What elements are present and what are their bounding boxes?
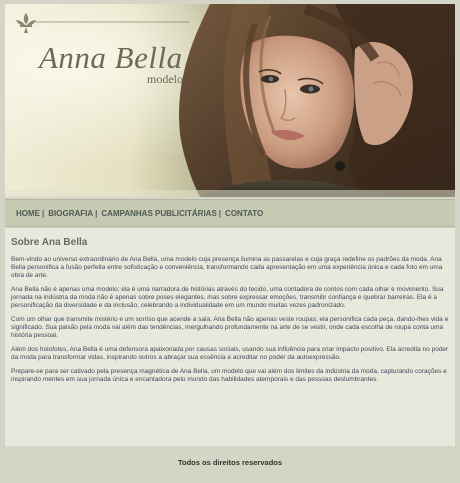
- paragraph: Ana Bella não é apenas uma modelo; ela é…: [11, 286, 444, 309]
- header-photo: [5, 4, 455, 197]
- ornament-line: [33, 21, 189, 23]
- nav-separator: |: [42, 208, 45, 218]
- header-banner: Anna Bella modelo: [5, 4, 455, 197]
- page: Anna Bella modelo HOME | BIOGRAFIA | CAM…: [0, 0, 460, 483]
- nav-separator: |: [95, 208, 98, 218]
- brand-subtitle: modelo: [147, 72, 183, 86]
- main-nav: HOME | BIOGRAFIA | CAMPANHAS PUBLICITÁRI…: [5, 199, 455, 227]
- paragraph: Com um olhar que transmite mistério e um…: [11, 316, 449, 339]
- nav-separator: |: [218, 208, 222, 218]
- nav-contato[interactable]: CONTATO: [225, 209, 263, 218]
- paragraph: Bem-vindo ao universo extraordinário de …: [11, 256, 443, 279]
- footer-copyright: Todos os direitos reservados: [177, 458, 283, 467]
- page-title: Sobre Ana Bella: [11, 237, 88, 248]
- nav-biografia[interactable]: BIOGRAFIA: [48, 209, 93, 218]
- paragraph: Prepare-se para ser cativado pela presen…: [11, 368, 447, 383]
- main-content: Sobre Ana Bella Bem-vindo ao universo ex…: [5, 228, 455, 446]
- nav-campanhas[interactable]: CAMPANHAS PUBLICITÁRIAS: [101, 209, 216, 218]
- brand-name: Anna Bella: [39, 40, 183, 75]
- brand-logo[interactable]: Anna Bella modelo: [35, 40, 195, 90]
- nav-home[interactable]: HOME: [16, 209, 40, 218]
- paragraph: Além dos holofotes, Ana Bella é uma defe…: [11, 346, 449, 361]
